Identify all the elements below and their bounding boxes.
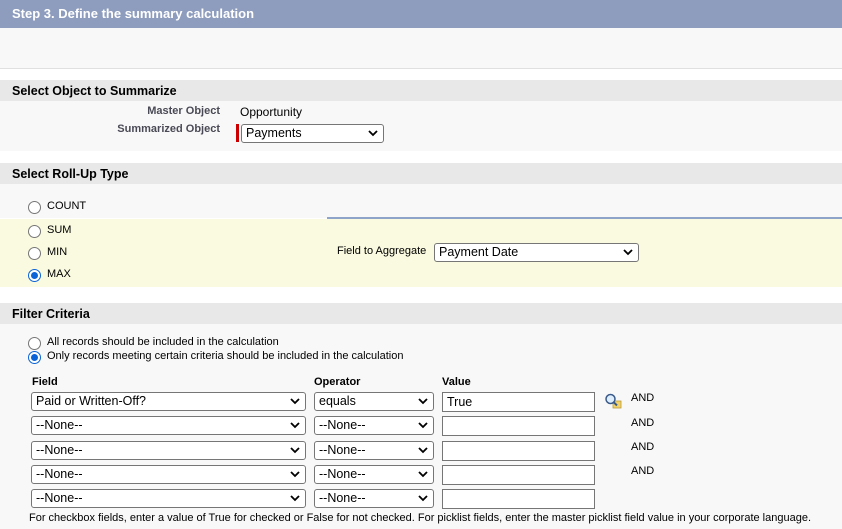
filter-field-select[interactable]: --None--: [31, 489, 306, 508]
radio-min-label: MIN: [47, 246, 68, 258]
filter-field-value: --None--: [36, 467, 83, 481]
filter-value-input[interactable]: True: [442, 392, 595, 412]
filter-field-select[interactable]: Paid or Written-Off?: [31, 392, 306, 411]
section-rollup: Select Roll-Up Type: [0, 162, 842, 185]
radio-count[interactable]: [28, 201, 41, 214]
section-filter: Filter Criteria: [0, 302, 842, 325]
col-header-operator: Operator: [314, 376, 361, 388]
required-indicator: [236, 124, 239, 142]
filter-operator-select[interactable]: --None--: [314, 441, 434, 460]
filter-help-text: For checkbox fields, enter a value of Tr…: [29, 512, 811, 524]
col-header-value: Value: [442, 376, 471, 388]
filter-field-value: --None--: [36, 418, 83, 432]
filter-operator-value: --None--: [319, 418, 366, 432]
radio-max-label: MAX: [47, 268, 71, 280]
section-filter-title: Filter Criteria: [12, 307, 90, 321]
filter-operator-select[interactable]: --None--: [314, 489, 434, 508]
aggregate-value: Payment Date: [439, 245, 519, 259]
col-header-field: Field: [32, 376, 58, 388]
chevron-down-icon: [290, 495, 300, 502]
aggregate-label: Field to Aggregate: [337, 245, 427, 257]
filter-value-input[interactable]: [442, 489, 595, 509]
filter-field-select[interactable]: --None--: [31, 465, 306, 484]
filter-operator-select[interactable]: --None--: [314, 416, 434, 435]
filter-field-value: --None--: [36, 491, 83, 505]
filter-value-input[interactable]: [442, 465, 595, 485]
radio-count-label: COUNT: [47, 200, 87, 212]
filter-operator-value: --None--: [319, 443, 366, 457]
radio-criteria-records[interactable]: [28, 351, 41, 364]
summarized-object-value: Payments: [246, 126, 302, 140]
conjunction-and: AND: [631, 417, 655, 429]
conjunction-and: AND: [631, 465, 655, 477]
master-object-label: Master Object: [147, 105, 220, 117]
chevron-down-icon: [623, 249, 633, 256]
filter-operator-select[interactable]: --None--: [314, 465, 434, 484]
summarized-object-select[interactable]: Payments: [241, 124, 384, 143]
filter-value-input[interactable]: [442, 416, 595, 436]
chevron-down-icon: [418, 447, 428, 454]
chevron-down-icon: [290, 398, 300, 405]
chevron-down-icon: [418, 398, 428, 405]
section-object-title: Select Object to Summarize: [12, 84, 177, 98]
radio-criteria-records-label: Only records meeting certain criteria sh…: [47, 350, 404, 362]
radio-min[interactable]: [28, 247, 41, 260]
radio-max[interactable]: [28, 269, 41, 282]
filter-value-input[interactable]: [442, 441, 595, 461]
filter-field-value: --None--: [36, 443, 83, 457]
section-object-body: Master Object Opportunity Summarized Obj…: [0, 101, 842, 151]
chevron-down-icon: [418, 471, 428, 478]
radio-sum-label: SUM: [47, 224, 72, 236]
summarized-object-label: Summarized Object: [117, 123, 220, 135]
lookup-magnifier-icon[interactable]: [604, 393, 622, 409]
filter-operator-value: equals: [319, 394, 356, 408]
blank-area: [0, 28, 842, 69]
filter-field-value: Paid or Written-Off?: [36, 394, 146, 408]
radio-all-records-label: All records should be included in the ca…: [47, 336, 279, 348]
chevron-down-icon: [418, 422, 428, 429]
chevron-down-icon: [290, 447, 300, 454]
filter-value-text: True: [447, 395, 473, 409]
filter-operator-value: --None--: [319, 467, 366, 481]
filter-field-select[interactable]: --None--: [31, 441, 306, 460]
filter-field-select[interactable]: --None--: [31, 416, 306, 435]
conjunction-and: AND: [631, 392, 655, 404]
filter-operator-select[interactable]: equals: [314, 392, 434, 411]
chevron-down-icon: [418, 495, 428, 502]
step-header: Step 3. Define the summary calculation: [0, 0, 842, 28]
chevron-down-icon: [290, 471, 300, 478]
step-title: Step 3. Define the summary calculation: [12, 6, 255, 21]
section-object: Select Object to Summarize: [0, 79, 842, 102]
chevron-down-icon: [368, 130, 378, 137]
master-object-value: Opportunity: [240, 105, 303, 119]
chevron-down-icon: [290, 422, 300, 429]
radio-sum[interactable]: [28, 225, 41, 238]
rollup-top-area: [0, 184, 842, 218]
radio-all-records[interactable]: [28, 337, 41, 350]
aggregate-select[interactable]: Payment Date: [434, 243, 639, 262]
section-rollup-title: Select Roll-Up Type: [12, 167, 129, 181]
filter-operator-value: --None--: [319, 491, 366, 505]
conjunction-and: AND: [631, 441, 655, 453]
